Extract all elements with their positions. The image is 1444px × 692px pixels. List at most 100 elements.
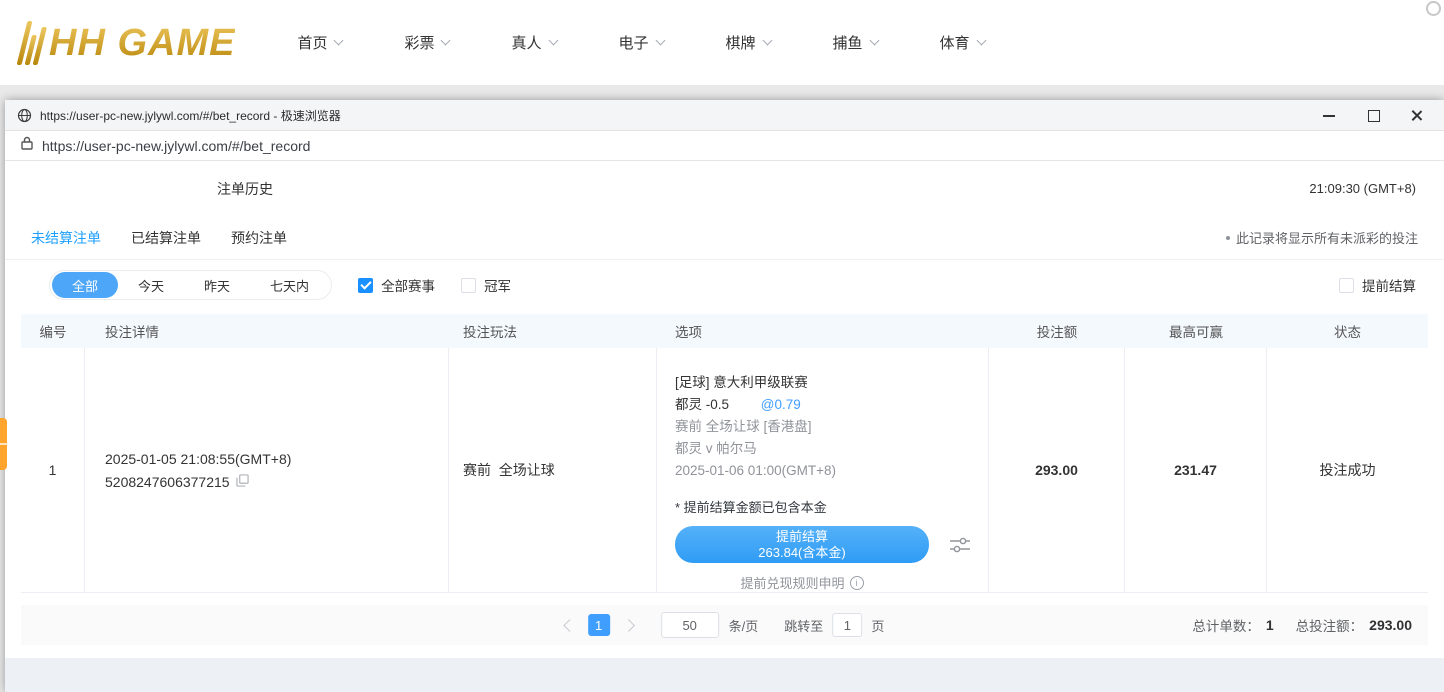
tabs-row: 未结算注单 已结算注单 预约注单 此记录将显示所有未派彩的投注 bbox=[5, 216, 1444, 260]
checkbox-checked-icon bbox=[358, 278, 373, 293]
prev-page-icon[interactable] bbox=[563, 619, 576, 632]
checkbox-unchecked-icon bbox=[461, 278, 476, 293]
cashout-button[interactable]: 提前结算 263.84(含本金) bbox=[675, 526, 929, 563]
logo-text: HH GAME bbox=[49, 22, 235, 65]
main-nav: 首页 彩票 真人 电子 棋牌 捕鱼 体育 bbox=[297, 32, 984, 53]
col-header-amount: 投注额 bbox=[989, 321, 1125, 341]
close-icon[interactable] bbox=[1410, 108, 1424, 122]
col-header-status: 状态 bbox=[1267, 321, 1428, 341]
cashout-rule-link[interactable]: 提前兑现规则申明 bbox=[675, 573, 929, 592]
col-header-maxwin: 最高可赢 bbox=[1125, 321, 1267, 341]
table-header: 编号 投注详情 投注玩法 选项 投注额 最高可赢 状态 bbox=[21, 314, 1428, 348]
total-count-value: 1 bbox=[1266, 617, 1274, 633]
filter-row: 全部 今天 昨天 七天内 全部赛事 冠军 提前结算 bbox=[5, 260, 1444, 310]
nav-item-live[interactable]: 真人 bbox=[511, 32, 556, 53]
jump-page-input[interactable] bbox=[832, 613, 862, 637]
checkbox-all-events[interactable]: 全部赛事 bbox=[358, 275, 435, 295]
current-time: 21:09:30 (GMT+8) bbox=[1309, 181, 1416, 196]
site-header: HH GAME 首页 彩票 真人 电子 棋牌 捕鱼 体育 bbox=[0, 0, 1444, 85]
cell-row-no: 1 bbox=[21, 348, 85, 592]
checkbox-early-settle[interactable]: 提前结算 bbox=[1339, 275, 1416, 295]
option-match: 都灵 v 帕尔马 bbox=[675, 438, 988, 460]
nav-item-home[interactable]: 首页 bbox=[297, 32, 342, 53]
date-filter-7days[interactable]: 七天内 bbox=[250, 272, 329, 298]
per-page-label: 条/页 bbox=[729, 616, 759, 635]
chevron-down-icon bbox=[976, 36, 986, 46]
chevron-down-icon bbox=[655, 36, 665, 46]
cell-status: 投注成功 bbox=[1267, 348, 1428, 592]
cell-option: [足球] 意大利甲级联赛 都灵 -0.5 @0.79 赛前 全场让球 [香港盘]… bbox=[657, 348, 989, 592]
page-unit-label: 页 bbox=[871, 616, 884, 635]
page-size-input[interactable] bbox=[661, 612, 719, 638]
chevron-down-icon bbox=[548, 36, 558, 46]
minimize-icon[interactable] bbox=[1322, 108, 1336, 122]
next-page-icon[interactable] bbox=[622, 619, 635, 632]
total-amount-value: 293.00 bbox=[1369, 617, 1412, 633]
bet-time: 2025-01-05 21:08:55(GMT+8) bbox=[105, 451, 448, 467]
browser-titlebar: https://user-pc-new.jylywl.com/#/bet_rec… bbox=[5, 100, 1444, 131]
jump-to-label: 跳转至 bbox=[784, 616, 823, 635]
date-filter-today[interactable]: 今天 bbox=[118, 272, 184, 298]
cell-bet-amount: 293.00 bbox=[989, 348, 1125, 592]
help-icon[interactable] bbox=[1426, 1, 1441, 16]
browser-window: https://user-pc-new.jylywl.com/#/bet_rec… bbox=[5, 100, 1444, 692]
totals-summary: 总计单数： 1 总投注额： 293.00 bbox=[1192, 615, 1428, 635]
col-header-no: 编号 bbox=[21, 321, 85, 341]
col-header-play: 投注玩法 bbox=[449, 321, 657, 341]
url-text: https://user-pc-new.jylywl.com/#/bet_rec… bbox=[42, 138, 310, 154]
option-odds[interactable]: @0.79 bbox=[761, 397, 801, 412]
chevron-down-icon bbox=[334, 36, 344, 46]
bet-id: 5208247606377215 bbox=[105, 474, 230, 490]
option-pick: 都灵 -0.5 bbox=[675, 397, 729, 412]
info-icon bbox=[850, 576, 864, 590]
window-title: https://user-pc-new.jylywl.com/#/bet_rec… bbox=[40, 107, 341, 124]
cell-play-type: 赛前 全场让球 bbox=[449, 348, 657, 592]
date-filter-all[interactable]: 全部 bbox=[52, 272, 118, 298]
site-logo[interactable]: HH GAME bbox=[22, 21, 235, 65]
nav-item-lottery[interactable]: 彩票 bbox=[404, 32, 449, 53]
date-filter-group: 全部 今天 昨天 七天内 bbox=[49, 270, 332, 300]
side-promo-tab[interactable] bbox=[0, 418, 7, 470]
page-header: 注单历史 21:09:30 (GMT+8) bbox=[5, 161, 1444, 216]
maximize-icon[interactable] bbox=[1366, 108, 1380, 122]
nav-item-sports[interactable]: 体育 bbox=[940, 32, 985, 53]
col-header-detail: 投注详情 bbox=[85, 321, 449, 341]
bet-table: 编号 投注详情 投注玩法 选项 投注额 最高可赢 状态 1 2025-01-05… bbox=[21, 314, 1428, 593]
cashout-note: * 提前结算金额已包含本金 bbox=[675, 498, 988, 518]
copy-icon[interactable] bbox=[236, 474, 249, 490]
page-content: 注单历史 21:09:30 (GMT+8) 未结算注单 已结算注单 预约注单 此… bbox=[5, 161, 1444, 692]
tab-reserved[interactable]: 预约注单 bbox=[231, 228, 287, 248]
current-page-button[interactable]: 1 bbox=[588, 614, 610, 636]
lock-icon bbox=[21, 136, 33, 155]
bullet-dot-icon bbox=[1226, 236, 1230, 240]
chevron-down-icon bbox=[762, 36, 772, 46]
nav-item-slots[interactable]: 电子 bbox=[619, 32, 664, 53]
option-market: 赛前 全场让球 [香港盘] bbox=[675, 416, 988, 438]
address-bar[interactable]: https://user-pc-new.jylywl.com/#/bet_rec… bbox=[5, 131, 1444, 161]
option-pick-line: 都灵 -0.5 @0.79 bbox=[675, 394, 988, 416]
globe-favicon-icon bbox=[17, 108, 32, 123]
bottom-strip bbox=[5, 658, 1444, 692]
option-league: [足球] 意大利甲级联赛 bbox=[675, 372, 988, 394]
page-title: 注单历史 bbox=[217, 179, 273, 199]
pagination-bar: 1 条/页 跳转至 页 总计单数： 1 总投注额： 293.00 bbox=[21, 605, 1428, 645]
nav-item-cards[interactable]: 棋牌 bbox=[726, 32, 771, 53]
total-amount-label: 总投注额： bbox=[1296, 615, 1364, 635]
tab-unsettled[interactable]: 未结算注单 bbox=[31, 228, 101, 248]
checkbox-unchecked-icon bbox=[1339, 278, 1354, 293]
chevron-down-icon bbox=[869, 36, 879, 46]
checkbox-champion[interactable]: 冠军 bbox=[461, 275, 511, 295]
tab-note: 此记录将显示所有未派彩的投注 bbox=[1226, 228, 1418, 247]
cell-bet-detail: 2025-01-05 21:08:55(GMT+8) 5208247606377… bbox=[85, 348, 449, 592]
logo-bars-icon bbox=[17, 21, 49, 65]
option-match-time: 2025-01-06 01:00(GMT+8) bbox=[675, 460, 988, 482]
slider-settings-icon[interactable] bbox=[949, 536, 971, 554]
window-controls bbox=[1322, 108, 1432, 122]
nav-item-fishing[interactable]: 捕鱼 bbox=[833, 32, 878, 53]
cell-max-win: 231.47 bbox=[1125, 348, 1267, 592]
date-filter-yesterday[interactable]: 昨天 bbox=[184, 272, 250, 298]
total-count-label: 总计单数： bbox=[1192, 615, 1260, 635]
tab-settled[interactable]: 已结算注单 bbox=[131, 228, 201, 248]
chevron-down-icon bbox=[441, 36, 451, 46]
col-header-option: 选项 bbox=[657, 321, 989, 341]
